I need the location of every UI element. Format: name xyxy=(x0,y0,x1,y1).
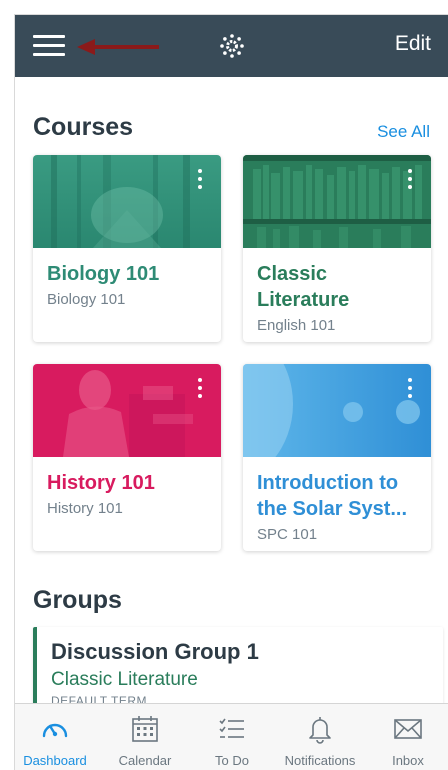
tab-calendar[interactable]: Calendar xyxy=(103,704,187,770)
tab-label: Calendar xyxy=(118,753,172,768)
tab-todo[interactable]: To Do xyxy=(191,704,273,770)
group-name: Discussion Group 1 xyxy=(51,639,259,664)
course-code: History 101 xyxy=(47,500,123,517)
top-nav-bar: Edit xyxy=(15,15,448,77)
bell-icon xyxy=(309,717,331,744)
course-options-icon[interactable] xyxy=(197,169,203,191)
tab-inbox[interactable]: Inbox xyxy=(371,704,445,770)
course-name: Biology 101 xyxy=(47,263,160,285)
course-image xyxy=(243,364,431,457)
course-name: History 101 xyxy=(47,472,155,494)
course-options-icon[interactable] xyxy=(197,378,203,400)
tab-label: Dashboard xyxy=(23,753,87,768)
edit-button[interactable]: Edit xyxy=(395,32,431,56)
tab-notifications[interactable]: Notifications xyxy=(277,704,363,770)
courses-heading: Courses xyxy=(33,113,134,141)
dashboard-icon xyxy=(42,723,68,738)
groups-heading: Groups xyxy=(33,586,122,614)
tab-label: Inbox xyxy=(392,753,424,768)
course-card-classic-literature[interactable]: Classic Literature English 101 xyxy=(243,155,431,342)
envelope-icon xyxy=(394,719,422,739)
calendar-icon xyxy=(132,716,158,742)
course-image xyxy=(33,364,221,457)
group-card[interactable]: Discussion Group 1 Classic Literature DE… xyxy=(33,627,443,705)
course-name: Introduction to the Solar Syst... xyxy=(257,472,408,520)
hamburger-icon[interactable] xyxy=(33,33,65,59)
course-code: SPC 101 xyxy=(257,526,318,543)
course-card-solar-system[interactable]: Introduction to the Solar Syst... SPC 10… xyxy=(243,364,431,551)
tab-label: Notifications xyxy=(284,753,356,768)
tab-dashboard[interactable]: Dashboard xyxy=(15,704,95,770)
course-image xyxy=(33,155,221,248)
see-all-link[interactable]: See All xyxy=(377,122,430,142)
app-screen: Edit Courses See All Biology 101 Biology… xyxy=(14,14,448,770)
tab-label: To Do xyxy=(215,753,249,768)
course-options-icon[interactable] xyxy=(407,169,413,191)
course-code: English 101 xyxy=(257,317,336,334)
canvas-logo-icon xyxy=(220,34,244,58)
group-course: Classic Literature xyxy=(51,669,198,690)
course-card-biology[interactable]: Biology 101 Biology 101 xyxy=(33,155,221,342)
course-options-icon[interactable] xyxy=(407,378,413,400)
course-card-history[interactable]: History 101 History 101 xyxy=(33,364,221,551)
pointer-arrow-icon xyxy=(77,39,159,55)
course-name: Classic Literature xyxy=(257,263,350,311)
course-image xyxy=(243,155,431,248)
course-code: Biology 101 xyxy=(47,291,126,308)
todo-list-icon xyxy=(219,718,244,738)
bottom-tab-bar: Dashboard Calendar To Do Notifications I… xyxy=(15,703,448,770)
